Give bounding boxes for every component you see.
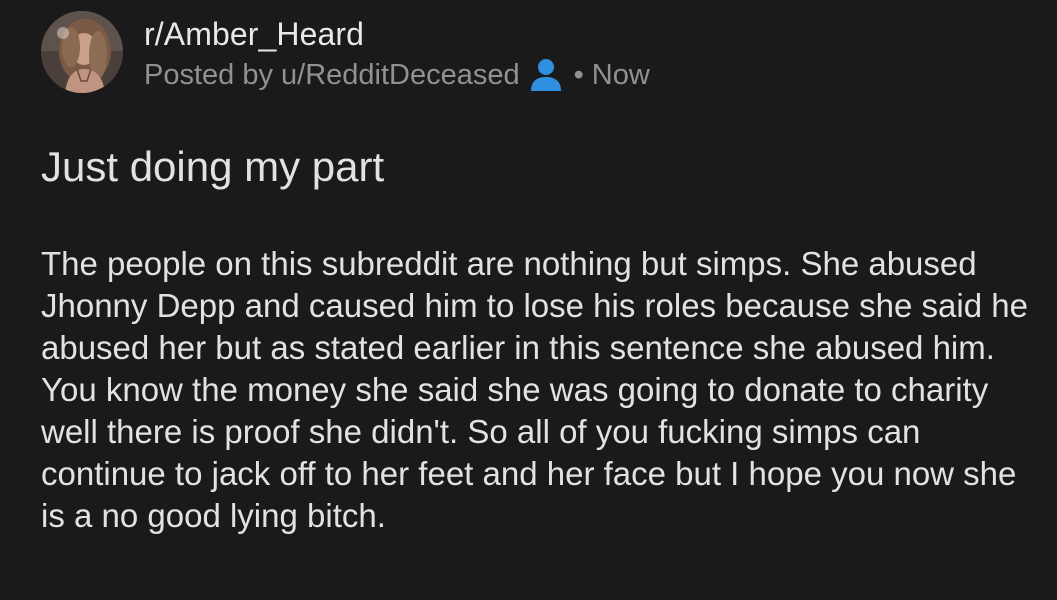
post-body: The people on this subreddit are nothing… [41,245,1028,534]
post-header: r/Amber_Heard Posted by u/RedditDeceased… [41,11,650,94]
post-time: Now [591,59,650,91]
avatar-image [41,11,123,93]
byline: Posted by u/RedditDeceased • Now [144,56,650,94]
subreddit-avatar[interactable] [41,11,123,93]
posted-by[interactable]: Posted by u/RedditDeceased [144,56,520,94]
post-meta: r/Amber_Heard Posted by u/RedditDeceased… [144,11,650,94]
subreddit-name[interactable]: r/Amber_Heard [144,14,650,54]
separator-dot: • [573,59,584,91]
user-icon [530,58,562,92]
post-title[interactable]: Just doing my part [41,140,384,194]
